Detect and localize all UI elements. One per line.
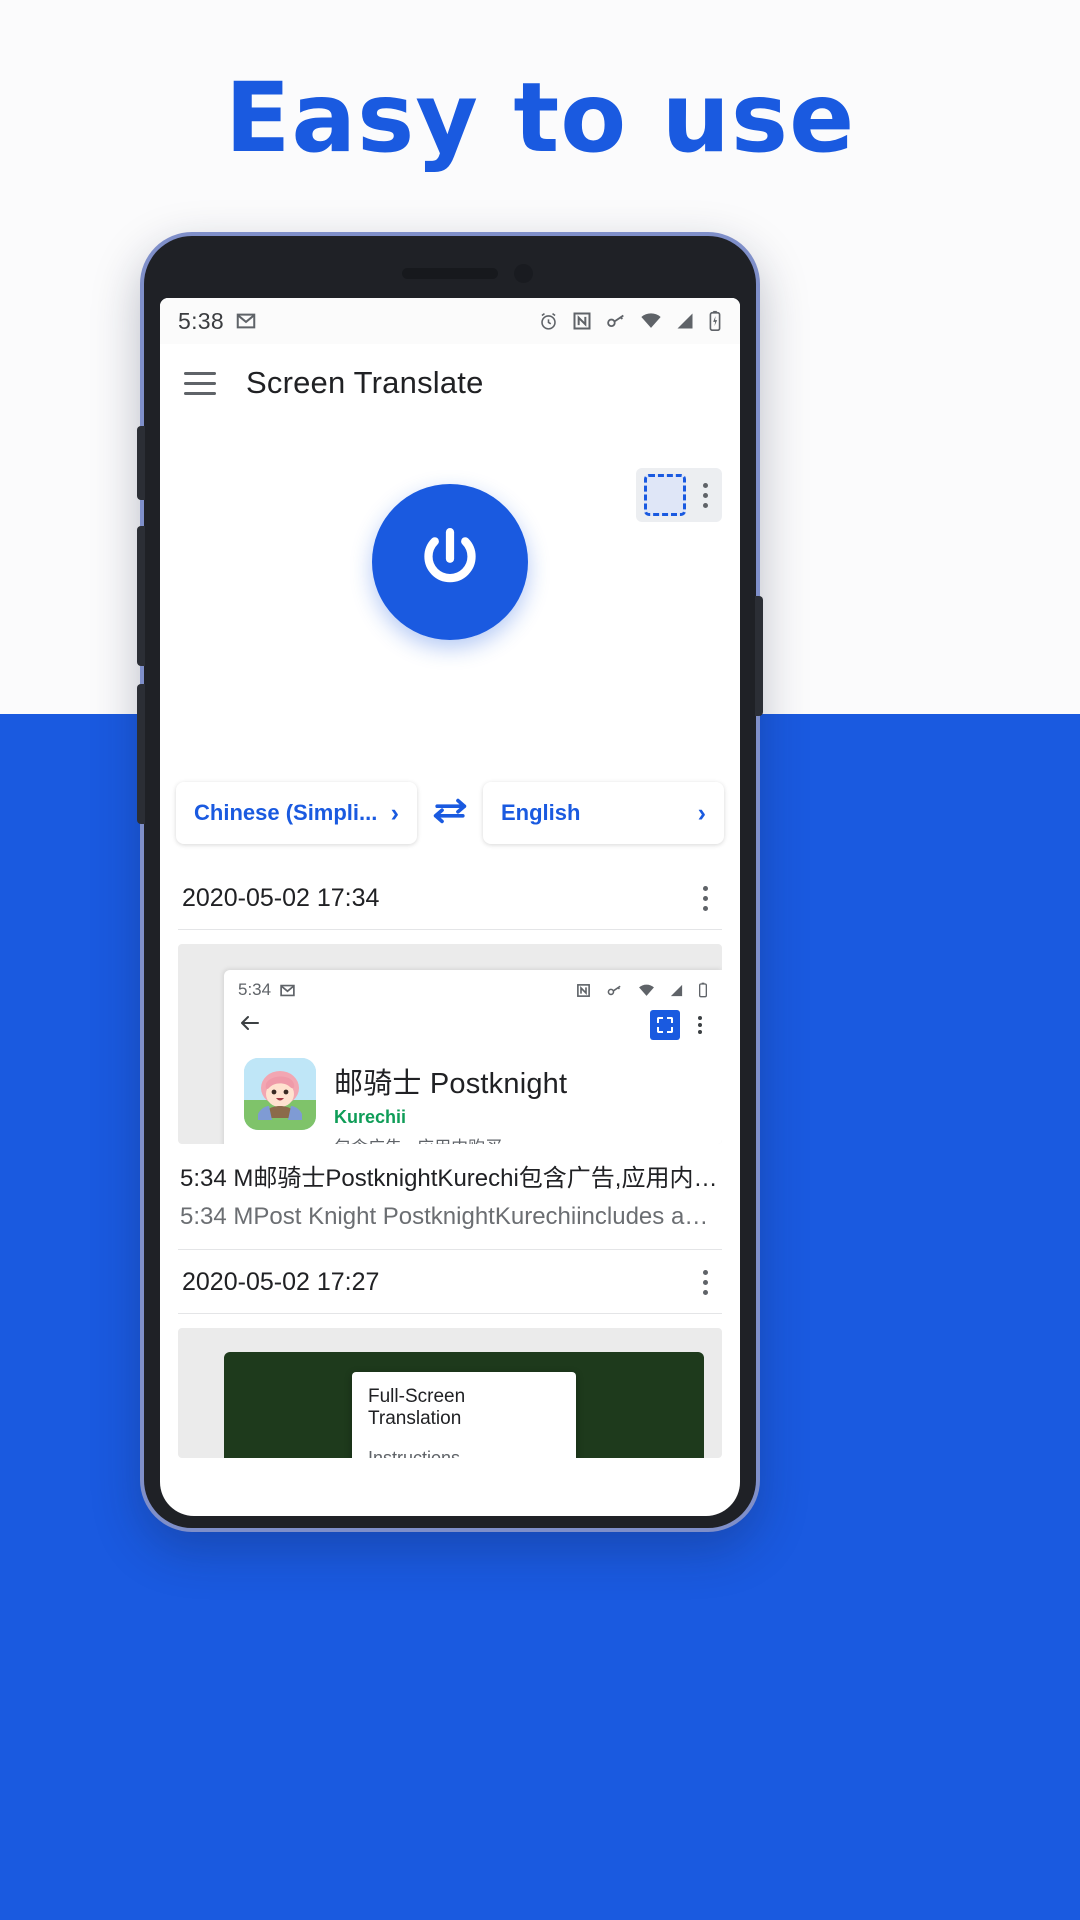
phone-body: 5:38 Screen Translate Chinese (Simpli...… <box>137 236 763 1528</box>
gmail-icon <box>235 310 257 332</box>
arrow-back-icon[interactable] <box>238 1011 262 1039</box>
phone-button-volume-up <box>137 526 145 666</box>
history-item-header: 2020-05-02 17:27 <box>160 1250 740 1313</box>
phone-button-power <box>755 596 763 716</box>
swap-horizontal-icon <box>430 795 470 832</box>
status-bar-time: 5:38 <box>178 307 224 334</box>
chevron-right-icon: › <box>390 798 399 827</box>
preview-app-developer: Kurechii <box>334 1107 407 1127</box>
preview-status-time: 5:34 <box>238 980 272 999</box>
phone-earpiece <box>402 268 498 279</box>
cell-signal-icon <box>669 983 684 998</box>
source-language-chip[interactable]: Chinese (Simpli... › <box>176 782 417 844</box>
history-item-date: 2020-05-02 17:27 <box>182 1268 380 1296</box>
page-title: Screen Translate <box>246 365 484 400</box>
preview-app-name: 邮骑士 Postknight <box>334 1068 568 1100</box>
power-button[interactable] <box>372 484 528 640</box>
divider <box>178 929 722 930</box>
preview-dialog: Full-Screen Translation Instructions <box>352 1372 576 1458</box>
history-item[interactable]: 2020-05-02 17:27 Full-Screen Translation… <box>160 1250 740 1458</box>
phone-button-volume-down <box>137 684 145 824</box>
preview-nav-bar <box>224 1004 722 1044</box>
history-item-preview[interactable]: Full-Screen Translation Instructions <box>178 1328 722 1458</box>
gmail-icon <box>279 982 296 999</box>
divider <box>178 1313 722 1314</box>
vpn-key-icon <box>606 982 623 999</box>
page-headline: Easy to use <box>224 62 856 174</box>
more-vert-icon[interactable] <box>692 886 718 911</box>
phone-front-camera <box>514 264 533 283</box>
history-item[interactable]: 2020-05-02 17:34 5:34 邮骑士 Postknight Kur… <box>160 866 740 1250</box>
history-item-header: 2020-05-02 17:34 <box>160 866 740 929</box>
target-language-chip[interactable]: English › <box>483 782 724 844</box>
phone-button-left-top <box>137 426 145 500</box>
more-vert-icon[interactable] <box>692 482 718 508</box>
battery-icon <box>708 310 722 332</box>
status-bar: 5:38 <box>160 298 740 344</box>
chevron-right-icon: › <box>697 798 706 827</box>
app-icon <box>244 1058 316 1130</box>
preview-screenshot: 5:34 邮骑士 Postknight Kurechii <box>224 970 722 1144</box>
hamburger-icon[interactable] <box>184 365 216 402</box>
nfc-icon <box>576 983 591 998</box>
history-item-date: 2020-05-02 17:34 <box>182 884 380 912</box>
wifi-icon <box>640 310 662 332</box>
cell-signal-icon <box>675 311 695 331</box>
nfc-icon <box>572 311 592 331</box>
preview-dialog-title: Full-Screen Translation <box>368 1386 466 1429</box>
vpn-key-icon <box>605 310 627 332</box>
preview-dialog-subtitle: Instructions <box>368 1448 461 1458</box>
crop-selection-icon[interactable] <box>644 474 686 516</box>
history-item-preview[interactable]: 5:34 邮骑士 Postknight Kurechii <box>178 944 722 1144</box>
swap-languages-button[interactable] <box>427 795 473 832</box>
preview-app-row: 邮骑士 Postknight Kurechii 包含广告 · 应用内购买 <box>224 1044 722 1144</box>
main-power-area <box>160 422 740 772</box>
crop-selection-icon[interactable] <box>650 1010 680 1040</box>
source-language-label: Chinese (Simpli... <box>194 800 378 825</box>
wifi-icon <box>638 982 655 999</box>
target-language-label: English <box>501 800 581 825</box>
alarm-icon <box>538 311 559 332</box>
history-list: 2020-05-02 17:34 5:34 邮骑士 Postknight Kur… <box>160 866 740 1458</box>
language-selector-row: Chinese (Simpli... › English › <box>160 772 740 866</box>
phone-mockup: 5:38 Screen Translate Chinese (Simpli...… <box>137 232 763 1532</box>
more-vert-icon[interactable] <box>692 1270 718 1295</box>
floating-toolbar <box>636 468 722 522</box>
phone-screen: 5:38 Screen Translate Chinese (Simpli...… <box>160 298 740 1516</box>
power-icon <box>412 522 488 603</box>
battery-icon <box>698 982 708 998</box>
more-vert-icon[interactable] <box>690 1016 710 1034</box>
preview-app-subtitle: 包含广告 · 应用内购买 <box>334 1133 567 1144</box>
preview-screenshot: Full-Screen Translation Instructions <box>224 1352 704 1458</box>
history-source-text: 5:34 M邮骑士PostknightKurechi包含广告,应用内购… <box>180 1165 740 1192</box>
app-bar: Screen Translate <box>160 344 740 422</box>
history-translated-text: 5:34 MPost Knight PostknightKurechiinclu… <box>180 1203 740 1230</box>
preview-status-bar: 5:34 <box>224 970 722 1004</box>
